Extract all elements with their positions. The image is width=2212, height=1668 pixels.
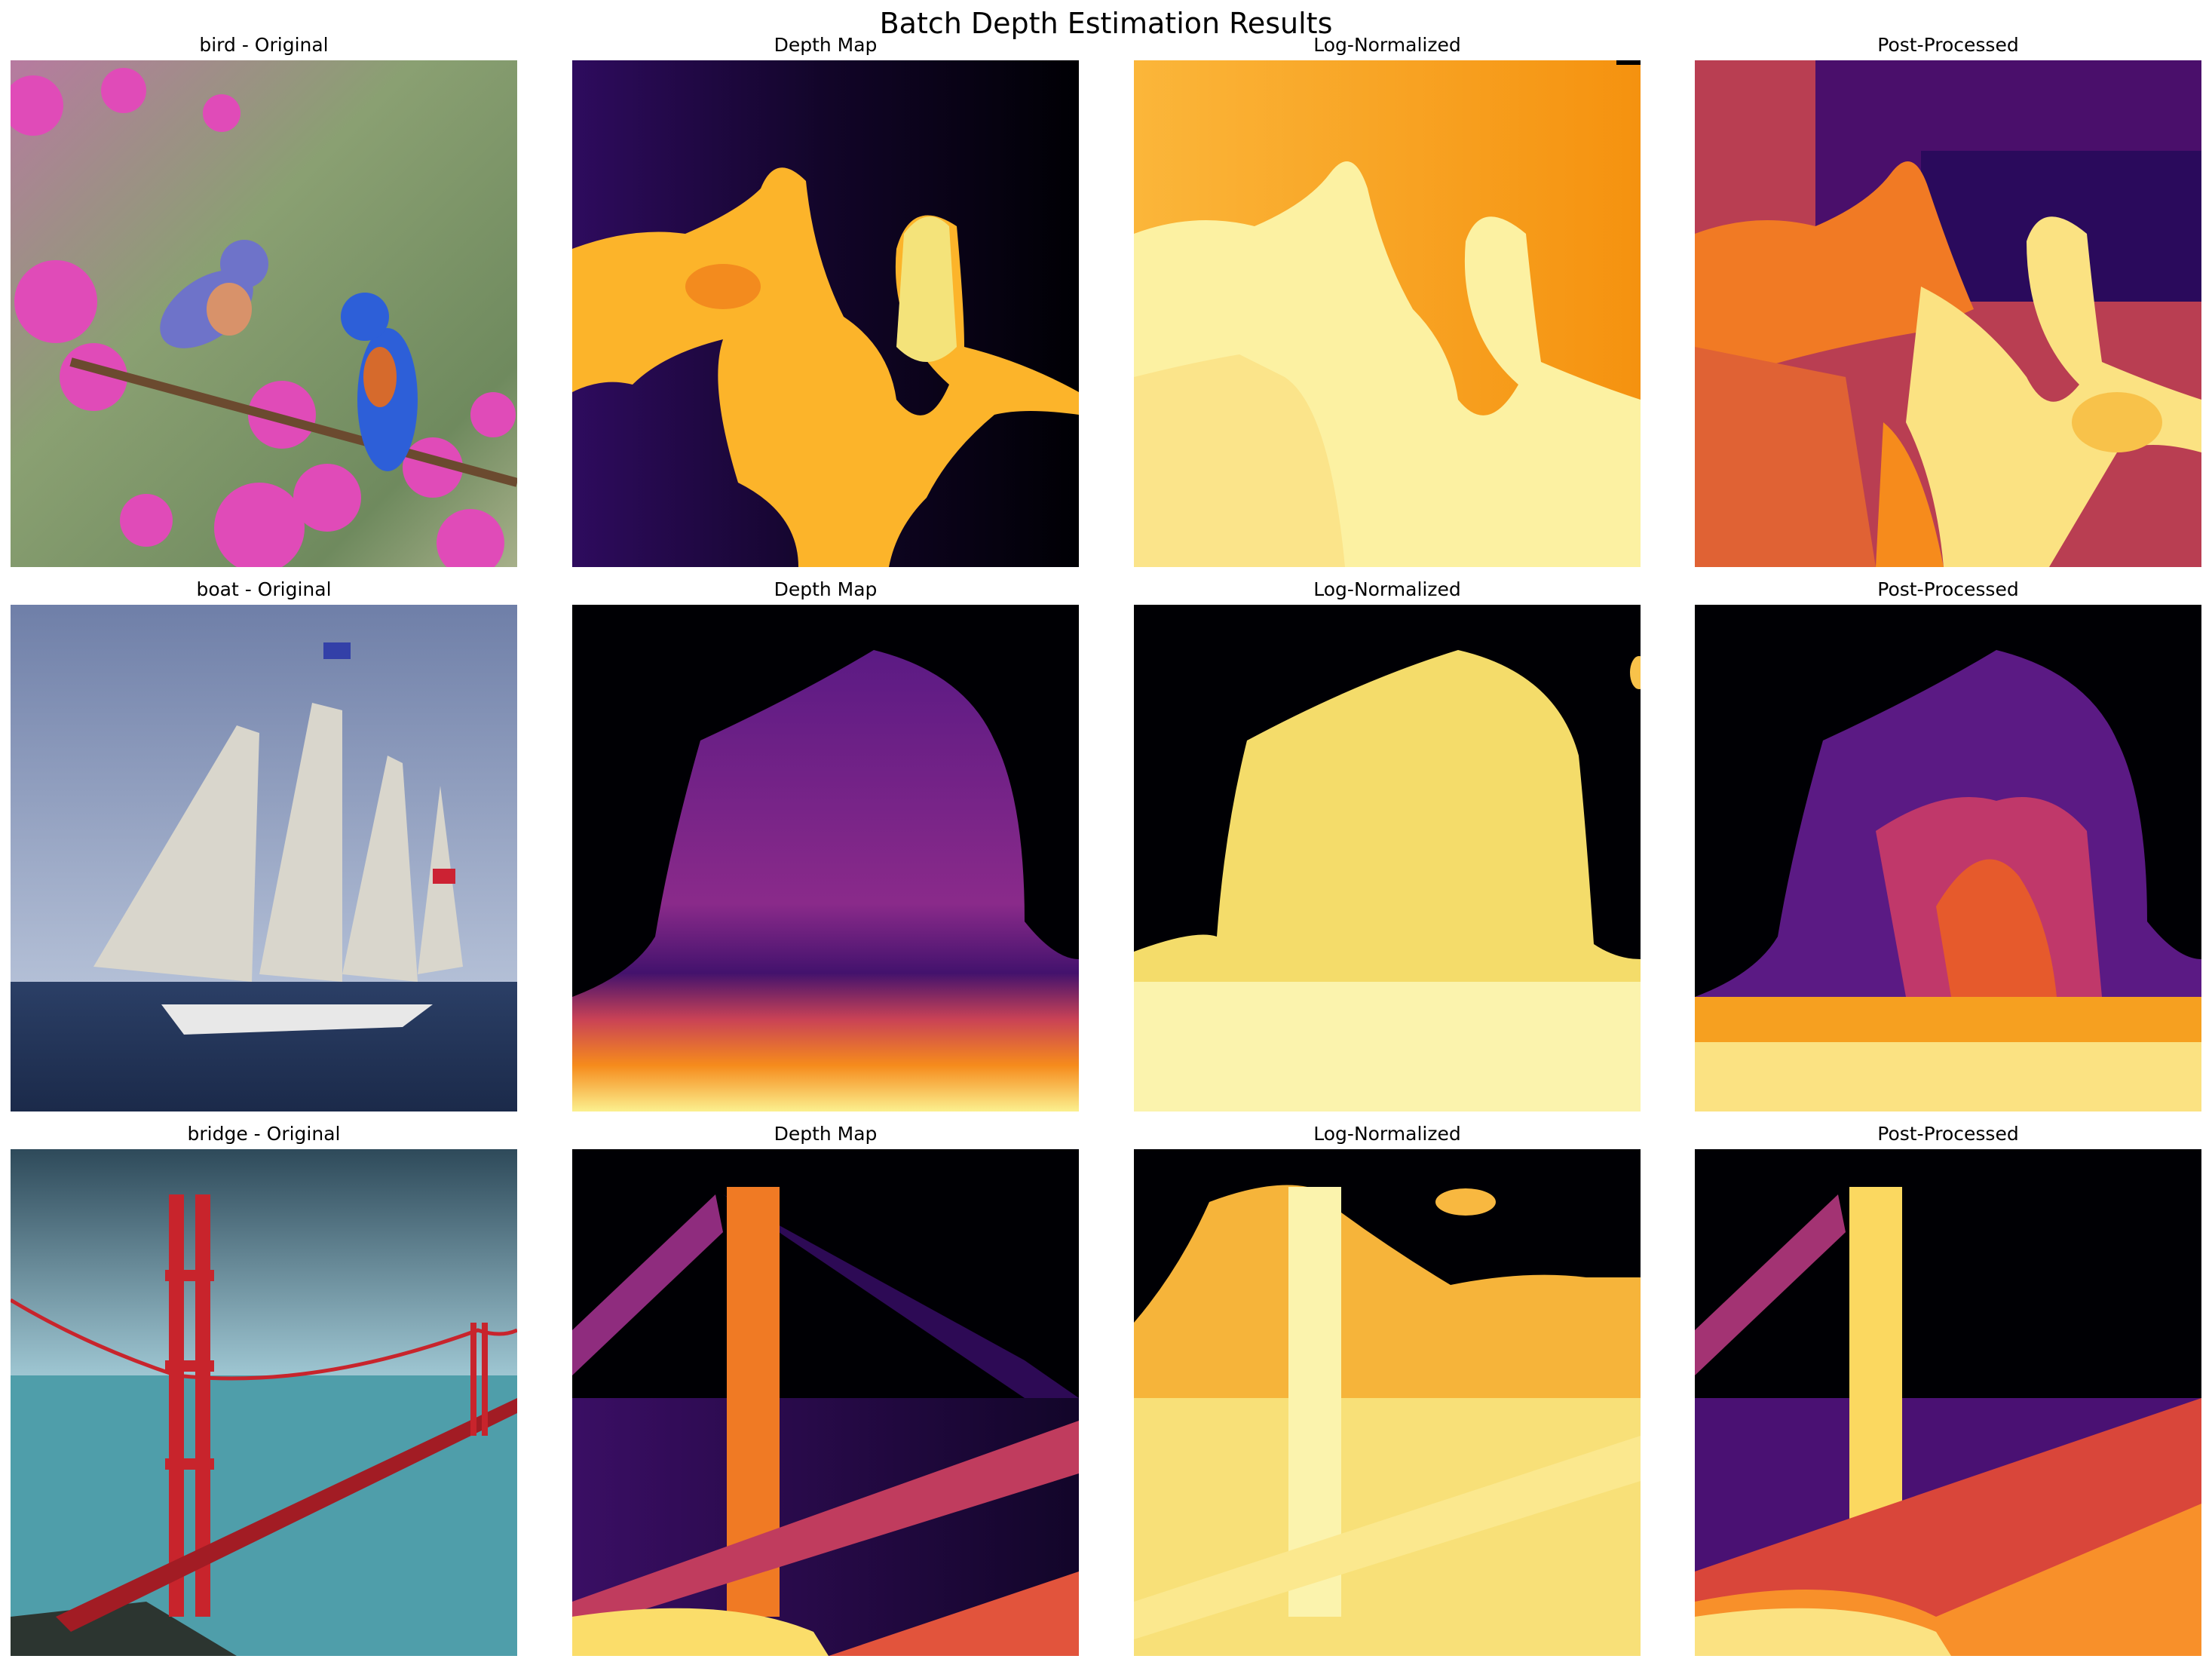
boat-original-image bbox=[11, 605, 517, 1111]
bridge-post-processed bbox=[1695, 1149, 2201, 1656]
panel-title-bridge-original: bridge - Original bbox=[187, 1123, 341, 1145]
panel-title-bridge-log: Log-Normalized bbox=[1313, 1123, 1461, 1145]
panel-title-bridge-depth: Depth Map bbox=[774, 1123, 878, 1145]
panel-title-boat-depth: Depth Map bbox=[774, 578, 878, 600]
bird-depth-map bbox=[572, 60, 1079, 567]
bird-log-normalized bbox=[1134, 60, 1641, 567]
bridge-depth-map bbox=[572, 1149, 1079, 1656]
panel-title-boat-log: Log-Normalized bbox=[1313, 578, 1461, 600]
panel-title-boat-post: Post-Processed bbox=[1877, 578, 2019, 600]
boat-log-normalized bbox=[1134, 605, 1641, 1111]
panel-title-bird-original: bird - Original bbox=[199, 34, 329, 56]
bird-original-image bbox=[11, 60, 517, 567]
panel-title-bridge-post: Post-Processed bbox=[1877, 1123, 2019, 1145]
panel-title-bird-post: Post-Processed bbox=[1877, 34, 2019, 56]
bird-post-processed bbox=[1695, 60, 2201, 567]
boat-depth-map bbox=[572, 605, 1079, 1111]
panel-title-bird-log: Log-Normalized bbox=[1313, 34, 1461, 56]
panel-title-bird-depth: Depth Map bbox=[774, 34, 878, 56]
bridge-log-normalized bbox=[1134, 1149, 1641, 1656]
panel-title-boat-original: boat - Original bbox=[196, 578, 332, 600]
bridge-original-image bbox=[11, 1149, 517, 1656]
boat-post-processed bbox=[1695, 605, 2201, 1111]
